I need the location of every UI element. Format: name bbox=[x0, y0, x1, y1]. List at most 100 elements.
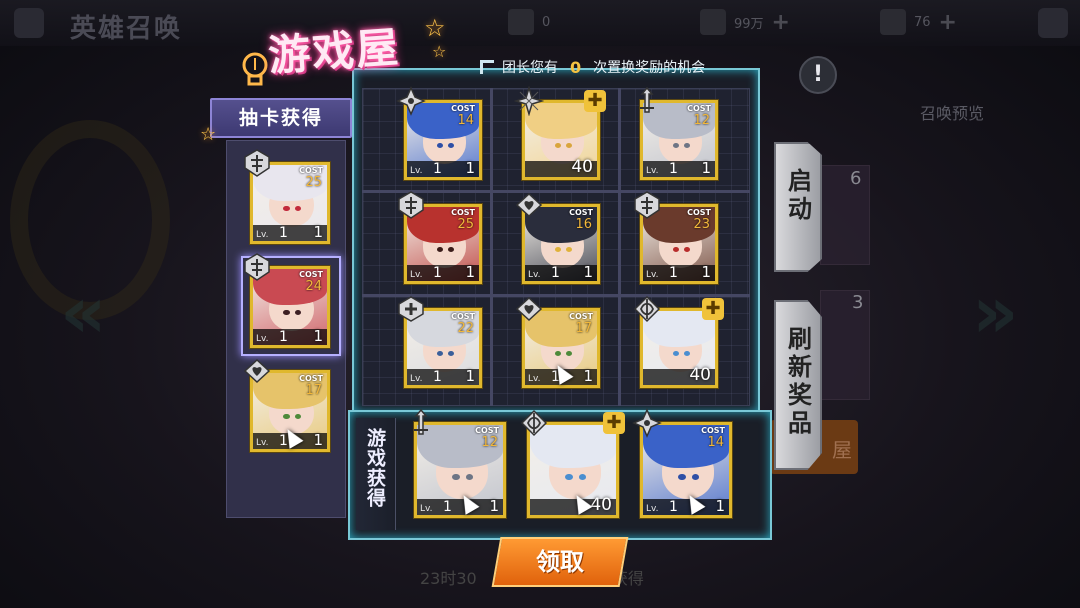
start-button-label: 启动 bbox=[783, 168, 812, 224]
cost-value: 25 bbox=[305, 175, 322, 190]
cost-value: 22 bbox=[457, 321, 474, 336]
level-value: 1 bbox=[669, 499, 678, 515]
assassin-class-icon bbox=[396, 86, 426, 116]
cost-label: COST bbox=[299, 374, 323, 383]
draw-results-tab: 抽卡获得 bbox=[210, 98, 352, 138]
next-arrow-icon: » bbox=[972, 270, 1019, 354]
game-earned-label: 游戏获得 bbox=[364, 428, 386, 508]
hero-eye bbox=[436, 350, 443, 356]
notice-suffix: 次置换奖励的机会 bbox=[593, 60, 706, 76]
refresh-button-label: 刷新奖品 bbox=[783, 326, 812, 438]
cost-value: 14 bbox=[707, 435, 724, 450]
claim-button[interactable]: 领取 bbox=[491, 537, 629, 587]
level-label: Lv. bbox=[256, 334, 269, 344]
refresh-prizes-button[interactable]: 刷新奖品 bbox=[774, 300, 822, 470]
card-count: 1 bbox=[465, 263, 475, 281]
level-value: 1 bbox=[279, 225, 288, 241]
card-count: 40 bbox=[689, 365, 711, 385]
archer-class-icon bbox=[632, 294, 662, 324]
hero-eye bbox=[465, 473, 474, 480]
card-count: 1 bbox=[701, 159, 711, 177]
hero-eye bbox=[447, 142, 454, 148]
warrior-class-icon bbox=[632, 86, 662, 116]
card-count: 1 bbox=[313, 431, 323, 449]
hero-eye bbox=[565, 246, 572, 252]
hero-eye bbox=[295, 206, 302, 212]
hero-eye bbox=[436, 142, 443, 148]
background-hint-left: 23时30 bbox=[420, 569, 477, 588]
level-label: Lv. bbox=[420, 504, 433, 514]
grid-divider bbox=[618, 88, 621, 406]
back-button[interactable] bbox=[14, 8, 44, 38]
cost-value: 12 bbox=[481, 435, 498, 450]
star-icon: ☆ bbox=[200, 124, 217, 145]
resource-value: 0 bbox=[542, 14, 551, 30]
cost-value: 24 bbox=[305, 279, 322, 294]
assassin-class-icon bbox=[632, 408, 662, 438]
support-class-icon bbox=[242, 356, 272, 386]
replace-chance-notice: 团长您有 0 次置换奖励的机会 bbox=[480, 54, 705, 80]
cost-value: 17 bbox=[575, 321, 592, 336]
card-count: 1 bbox=[583, 263, 593, 281]
level-value: 1 bbox=[279, 329, 288, 345]
card-count: 40 bbox=[590, 495, 612, 515]
level-value: 1 bbox=[443, 499, 452, 515]
hero-eye bbox=[672, 142, 679, 148]
archer-class-icon bbox=[519, 408, 549, 438]
hero-eye bbox=[447, 246, 454, 252]
hero-eye bbox=[683, 246, 690, 252]
resource-value: 76 bbox=[914, 14, 931, 30]
card-count: 1 bbox=[313, 327, 323, 345]
background-banner-card bbox=[820, 165, 870, 265]
background-count: 3 bbox=[852, 292, 864, 313]
prev-arrow-icon: « bbox=[60, 270, 107, 354]
home-button[interactable] bbox=[1038, 8, 1068, 38]
background-count: 6 bbox=[850, 168, 862, 189]
cost-label: COST bbox=[451, 312, 475, 321]
resource-gold: 99万 + bbox=[700, 9, 790, 35]
level-label: Lv. bbox=[528, 270, 541, 280]
cost-value: 12 bbox=[693, 113, 710, 128]
alert-info-button[interactable]: ! bbox=[799, 56, 837, 94]
resource-crystal: 76 + bbox=[880, 9, 957, 35]
guardian-class-icon bbox=[396, 294, 426, 324]
star-icon: ☆ bbox=[432, 42, 447, 61]
background-orange-text: 屋 bbox=[832, 438, 852, 462]
hero-eye bbox=[683, 142, 690, 148]
tank-class-icon bbox=[396, 190, 426, 220]
tank-class-icon bbox=[242, 148, 272, 178]
resource-value: 99万 bbox=[734, 16, 764, 32]
cost-value: 17 bbox=[305, 383, 322, 398]
card-count: 1 bbox=[465, 159, 475, 177]
hero-eye bbox=[447, 350, 454, 356]
hero-eye bbox=[283, 414, 290, 420]
add-crystal-icon[interactable]: + bbox=[939, 10, 957, 35]
hero-eye bbox=[295, 414, 302, 420]
hero-eye bbox=[672, 350, 679, 356]
cost-value: 14 bbox=[457, 113, 474, 128]
cost-label: COST bbox=[701, 426, 725, 435]
gold-icon bbox=[700, 9, 726, 35]
hero-eye bbox=[554, 246, 561, 252]
support-class-icon bbox=[514, 294, 544, 324]
support-class-icon bbox=[514, 190, 544, 220]
add-gold-icon[interactable]: + bbox=[772, 10, 790, 35]
card-count: 40 bbox=[571, 157, 593, 177]
hero-eye bbox=[565, 473, 573, 480]
screen-title: 英雄召唤 bbox=[70, 14, 183, 44]
cost-value: 25 bbox=[457, 217, 474, 232]
start-button[interactable]: 启动 bbox=[774, 142, 822, 272]
level-value: 1 bbox=[669, 265, 678, 281]
level-label: Lv. bbox=[256, 230, 269, 240]
level-value: 1 bbox=[433, 265, 442, 281]
mage-class-icon bbox=[513, 85, 545, 117]
grid-divider bbox=[490, 88, 493, 406]
hero-eye bbox=[578, 473, 587, 480]
cost-label: COST bbox=[451, 208, 475, 217]
card-count: 1 bbox=[489, 497, 499, 515]
hero-eye bbox=[565, 350, 572, 356]
crystal-icon bbox=[880, 9, 906, 35]
cost-label: COST bbox=[569, 208, 593, 217]
star-icon: ☆ bbox=[424, 14, 446, 42]
level-label: Lv. bbox=[646, 504, 659, 514]
